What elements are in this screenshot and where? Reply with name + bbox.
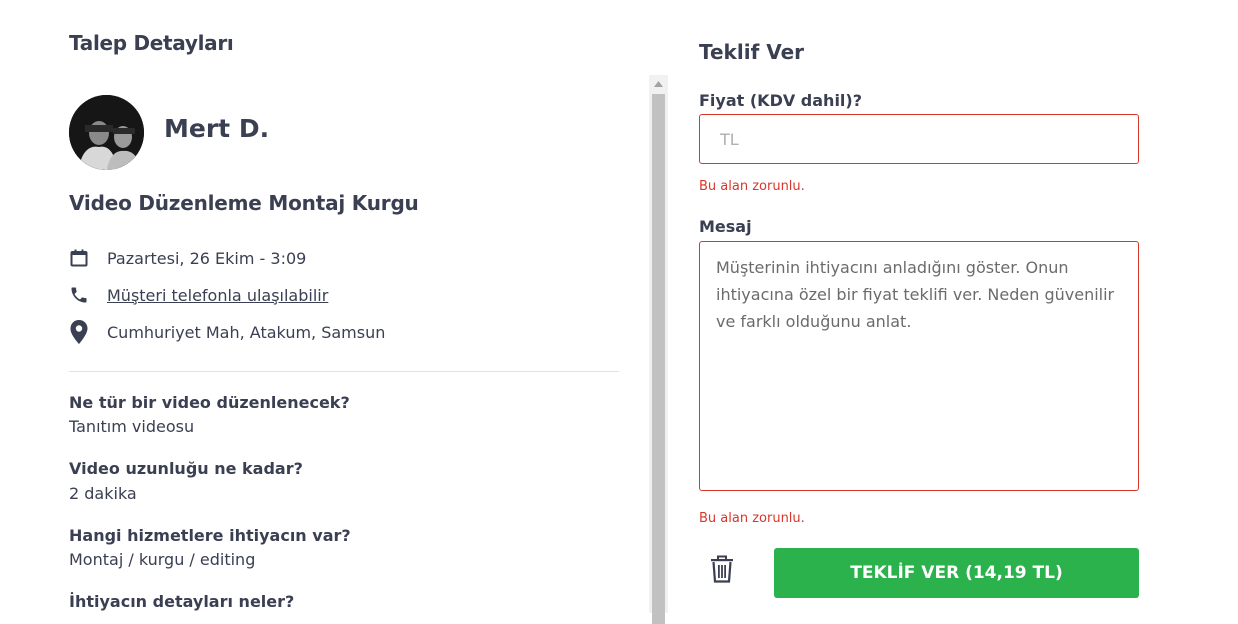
location-row: Cumhuriyet Mah, Atakum, Samsun [69, 320, 385, 344]
request-date: Pazartesi, 26 Ekim - 3:09 [107, 248, 307, 268]
calendar-icon [69, 248, 89, 268]
job-title: Video Düzenleme Montaj Kurgu [69, 191, 419, 215]
phone-row[interactable]: Müşteri telefonla ulaşılabilir [69, 283, 328, 307]
section-divider [69, 371, 619, 372]
answer-3: Montaj / kurgu / editing [69, 550, 256, 569]
phone-icon [69, 285, 89, 305]
avatar-photo [69, 95, 144, 170]
details-scrollbar[interactable] [649, 75, 668, 624]
scrollbar-thumb[interactable] [652, 94, 665, 624]
price-label: Fiyat (KDV dahil)? [699, 91, 863, 110]
submit-offer-button[interactable]: TEKLİF VER (14,19 TL) [774, 548, 1139, 598]
question-3: Hangi hizmetlere ihtiyacın var? [69, 526, 351, 545]
user-name: Mert D. [164, 114, 270, 143]
question-4: İhtiyacın detayları neler? [69, 592, 295, 611]
offer-title: Teklif Ver [699, 40, 805, 64]
price-error: Bu alan zorunlu. [699, 179, 805, 194]
answer-1: Tanıtım videosu [69, 417, 195, 436]
request-location: Cumhuriyet Mah, Atakum, Samsun [107, 322, 386, 342]
answer-2: 2 dakika [69, 484, 137, 503]
request-details-title: Talep Detayları [69, 31, 234, 55]
avatar [69, 95, 144, 170]
message-textarea[interactable] [699, 241, 1139, 491]
trash-icon[interactable] [706, 552, 738, 586]
phone-contact-link[interactable]: Müşteri telefonla ulaşılabilir [107, 286, 328, 305]
message-label: Mesaj [699, 217, 752, 236]
message-error: Bu alan zorunlu. [699, 511, 805, 526]
question-1: Ne tür bir video düzenlenecek? [69, 393, 350, 412]
price-input[interactable] [699, 114, 1139, 164]
scroll-up-arrow-icon[interactable] [649, 75, 668, 92]
location-pin-icon [69, 320, 89, 344]
question-2: Video uzunluğu ne kadar? [69, 459, 303, 478]
date-row: Pazartesi, 26 Ekim - 3:09 [69, 246, 306, 270]
